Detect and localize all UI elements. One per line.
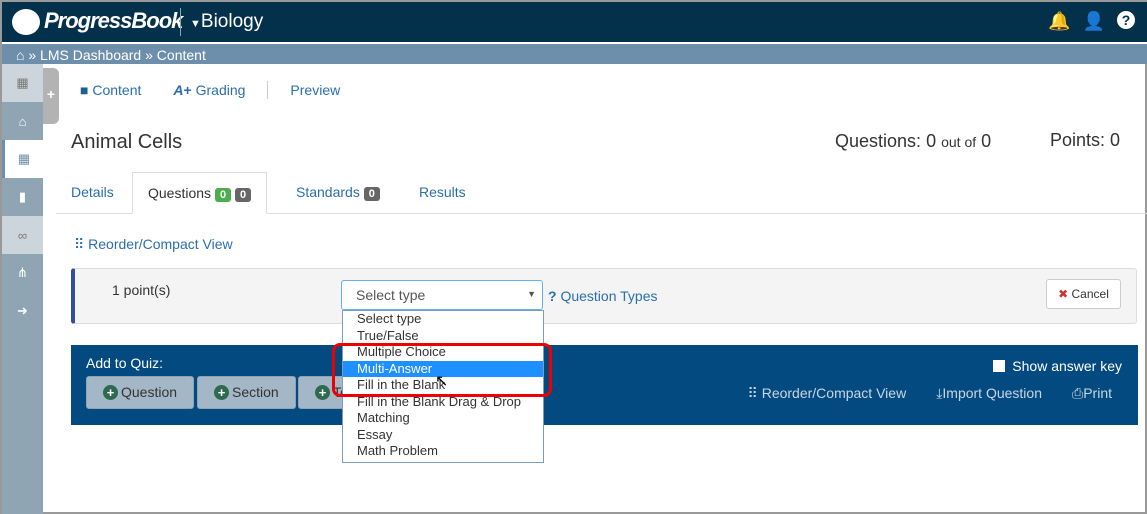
sign-out-icon[interactable]: ➜ (2, 292, 43, 330)
divider (180, 8, 181, 36)
caret-down-icon: ▼ (190, 18, 201, 30)
folder-icon: ■ (80, 82, 89, 98)
grip-icon: ⠿ (74, 236, 85, 252)
add-to-quiz-panel: Add to Quiz: +Question +Section +Text Sh… (71, 345, 1138, 425)
print-icon: ⎙ (1072, 385, 1084, 401)
plus-circle-icon: + (214, 385, 229, 400)
sidebar: ▦ ⌂ ▦ ▮ ∞ ⋔ ➜ (2, 64, 43, 514)
home-icon[interactable]: ⌂ (2, 102, 43, 140)
help-icon: ? (548, 288, 557, 304)
book-icon[interactable]: ▮ (2, 178, 43, 216)
dropdown-option[interactable]: Math Problem (343, 443, 543, 460)
plus-circle-icon: + (315, 385, 330, 400)
badge: 0 (214, 188, 232, 202)
link-icon[interactable]: ∞ (2, 216, 43, 254)
add-section-button[interactable]: + Section (197, 376, 296, 409)
tab-questions[interactable]: Questions 0 0 (132, 172, 268, 214)
close-icon: ✖ (1058, 287, 1069, 301)
badge: 0 (363, 187, 380, 201)
tab-results[interactable]: Results (404, 172, 481, 214)
home-icon[interactable]: ⌂ (16, 47, 24, 63)
badge: 0 (234, 188, 252, 202)
question-types-link[interactable]: ? Question Types (548, 288, 657, 304)
plus-circle-icon: + (103, 385, 118, 400)
nav-preview[interactable]: Preview (290, 82, 340, 98)
page-title: Animal Cells (71, 131, 183, 153)
dropdown-option[interactable]: Select type (343, 311, 543, 328)
course-selector[interactable]: ▼Biology (190, 11, 263, 33)
tab-bar: Details Questions 0 0 Standards 0 Result… (56, 172, 1147, 214)
tab-standards[interactable]: Standards 0 (281, 172, 395, 214)
expand-plus-tab[interactable]: + (43, 68, 59, 124)
points-count: Points: 0 (1050, 130, 1121, 150)
help-icon[interactable]: ? (1117, 11, 1135, 29)
cancel-button[interactable]: ✖ Cancel (1046, 279, 1121, 309)
breadcrumb: ⌂ » LMS Dashboard » Content (2, 42, 1147, 64)
dropdown-option[interactable]: Essay (343, 427, 543, 444)
import-question-button[interactable]: ⤓Import Question (936, 385, 1042, 402)
divider (267, 81, 269, 99)
points-label: 1 point(s) (112, 282, 171, 298)
add-to-quiz-label: Add to Quiz: (86, 355, 164, 371)
progressbook-logo[interactable]: ProgressBook (12, 8, 183, 36)
nav-grading[interactable]: A+ Grading (173, 82, 245, 98)
content-nav: ■ Content A+ Grading Preview (80, 81, 340, 99)
calendar-icon[interactable]: ▦ (2, 64, 43, 102)
breadcrumb-content: Content (156, 47, 206, 63)
show-answer-key-checkbox[interactable]: Show answer key (993, 358, 1122, 374)
dropdown-option[interactable]: True/False (343, 328, 543, 345)
question-type-select[interactable]: Select type ▼ (341, 280, 543, 310)
bell-icon[interactable]: 🔔 (1048, 11, 1070, 32)
top-bar: ProgressBook ▼Biology 🔔 👤 ? (2, 2, 1147, 42)
sitemap-icon[interactable]: ⋔ (2, 254, 43, 292)
user-icon[interactable]: 👤 (1083, 11, 1105, 32)
mouse-cursor-icon: ↖ (435, 373, 449, 390)
dropdown-option[interactable]: Matching (343, 410, 543, 427)
questions-count: Questions: 0 out of 0 (835, 131, 992, 151)
caret-down-icon: ▼ (527, 289, 536, 299)
tab-details[interactable]: Details (56, 172, 129, 214)
logo-icon (12, 9, 40, 36)
print-button[interactable]: ⎙Print (1072, 385, 1112, 402)
dashboard-icon[interactable]: ▦ (2, 140, 43, 178)
breadcrumb-lms-dashboard[interactable]: LMS Dashboard (40, 47, 141, 63)
reorder-compact-view-link[interactable]: ⠿ Reorder/Compact View (74, 236, 233, 253)
reorder-compact-view-button[interactable]: ⠿ Reorder/Compact View (748, 385, 907, 402)
grade-icon: A+ (173, 82, 192, 98)
add-question-button[interactable]: + Question (86, 376, 195, 409)
nav-content[interactable]: ■ Content (80, 82, 141, 98)
